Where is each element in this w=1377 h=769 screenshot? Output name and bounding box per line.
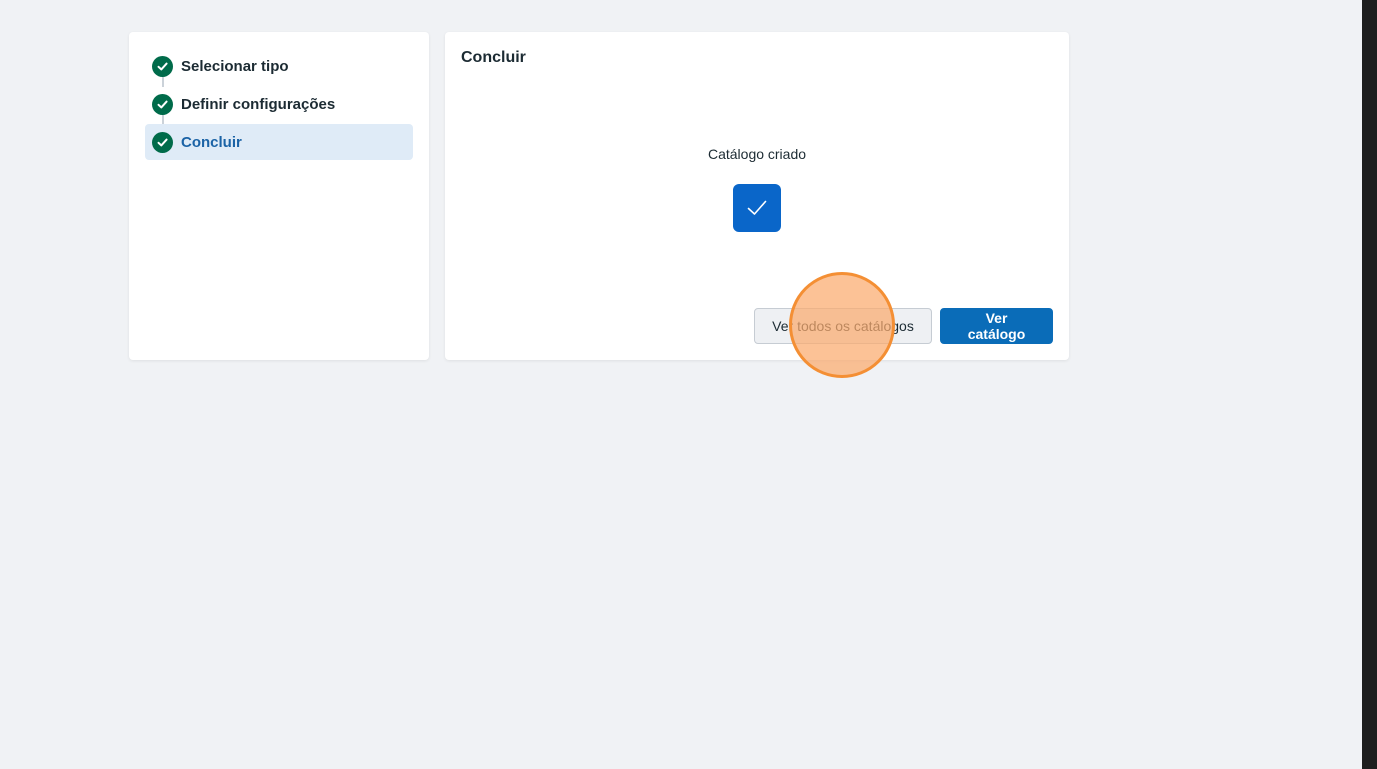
step-define-settings[interactable]: Definir configurações: [145, 86, 413, 125]
scrollbar[interactable]: [1362, 0, 1377, 769]
step-select-type[interactable]: Selecionar tipo: [145, 48, 413, 87]
view-all-catalogs-button[interactable]: Ver todos os catálogos: [754, 308, 932, 344]
step-label: Definir configurações: [181, 95, 336, 113]
page-title: Concluir: [461, 49, 526, 66]
check-circle-icon: [152, 93, 173, 115]
check-circle-icon: [152, 131, 173, 153]
step-label: Selecionar tipo: [181, 57, 289, 75]
finish-panel: Concluir Catálogo criado Ver todos os ca…: [445, 32, 1069, 360]
step-finish[interactable]: Concluir: [145, 124, 413, 160]
step-label: Concluir: [181, 133, 242, 151]
steps-sidebar: Selecionar tipo Definir configurações Co…: [129, 32, 429, 360]
success-message: Catálogo criado: [707, 146, 807, 162]
check-circle-icon: [152, 55, 173, 77]
view-catalog-button[interactable]: Ver catálogo: [940, 308, 1053, 344]
checkmark-icon: [733, 184, 781, 232]
